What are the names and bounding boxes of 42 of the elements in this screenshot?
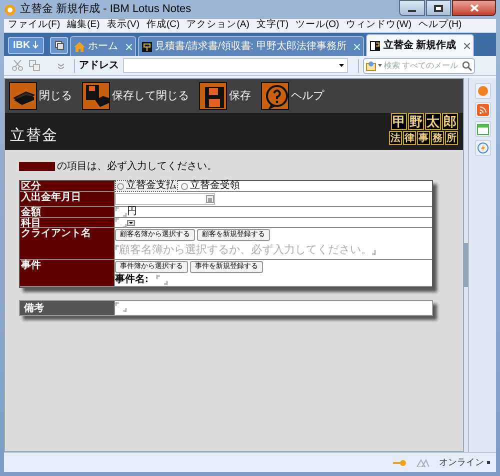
form-title: 立替金 <box>10 126 58 146</box>
window-title: 立替金 新規作成 - IBM Lotus Notes <box>20 2 192 18</box>
logo-character: 甲 <box>391 113 407 130</box>
radio-option[interactable]: 立替金支払 <box>115 180 178 192</box>
logo-character: 事 <box>417 131 430 145</box>
action-button[interactable]: 閉じる <box>9 82 72 110</box>
logo-character: 郎 <box>442 113 458 130</box>
action-button[interactable]: ヘルプ <box>261 82 324 110</box>
menu-item[interactable]: 文字(T) <box>256 18 288 33</box>
unit-label: 円 <box>127 207 137 217</box>
menu-item[interactable]: 表示(V) <box>106 18 140 33</box>
logo-character: 法 <box>389 131 402 145</box>
logo-character: 務 <box>431 131 444 145</box>
tab[interactable]: ホーム <box>70 36 136 56</box>
field-label: クライアント名 <box>20 228 114 258</box>
field-label: 事件 <box>20 260 114 286</box>
field-label: 備考 <box>20 300 114 314</box>
menu-item[interactable]: 作成(C) <box>146 18 180 33</box>
radio-option[interactable]: 立替金受領 <box>180 181 241 191</box>
field-label: 金額 <box>20 207 114 217</box>
field-label: 区分 <box>20 181 114 191</box>
menu-item[interactable]: ツール(O) <box>296 18 340 33</box>
case-name-label: 事件名: <box>115 272 148 287</box>
tab[interactable]: 立替金 新規作成 <box>366 34 474 56</box>
online-status[interactable]: オンライン <box>439 456 484 470</box>
action-button[interactable]: 保存して閉じる <box>82 82 189 110</box>
logo-character: 所 <box>445 131 458 145</box>
menu-item[interactable]: ファイル(F) <box>8 18 60 33</box>
tab[interactable]: 見積書/請求書/領収書: 甲野太郎法律事務所 <box>138 36 364 56</box>
logo-character: 野 <box>408 113 424 130</box>
menu-item[interactable]: ヘルプ(H) <box>418 18 462 33</box>
field-label: 入出金年月日 <box>20 192 114 206</box>
logo-character: 律 <box>403 131 416 145</box>
field-label: 科目 <box>20 218 114 227</box>
address-label: アドレス <box>79 59 119 73</box>
logo-character: 太 <box>425 113 441 130</box>
menu-item[interactable]: アクション(A) <box>186 18 250 33</box>
search-placeholder: 検索 すべてのメール <box>384 60 460 72</box>
menu-item[interactable]: 編集(E) <box>67 18 100 33</box>
menu-item[interactable]: ウィンドウ(W) <box>346 18 412 33</box>
action-button[interactable]: 保存 <box>199 82 251 110</box>
required-note: の項目は、必ず入力してください。 <box>57 160 217 174</box>
